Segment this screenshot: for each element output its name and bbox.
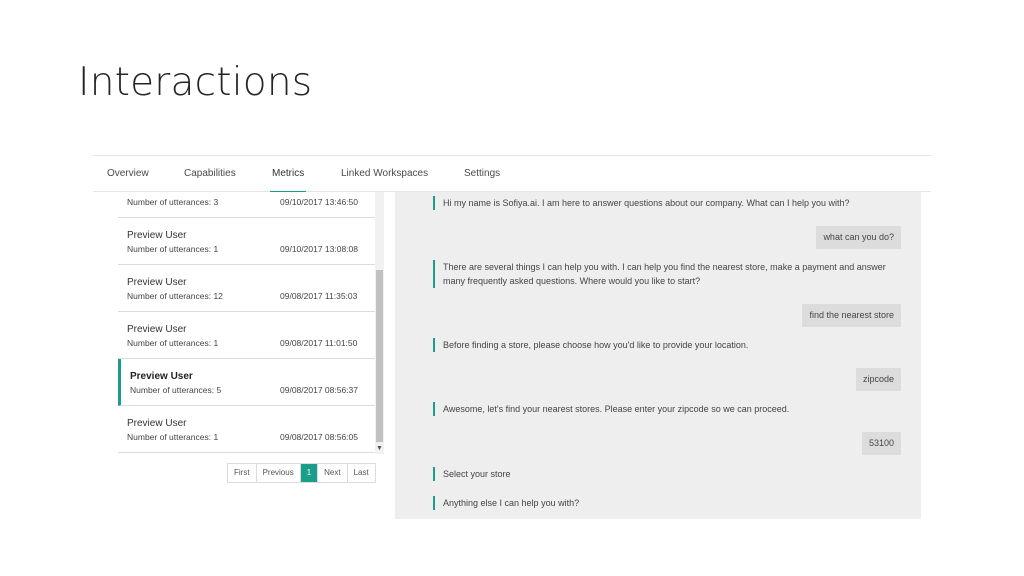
page-previous-button[interactable]: Previous — [256, 464, 301, 482]
list-item[interactable]: Preview User Number of utterances: 12 09… — [118, 265, 375, 312]
timestamp: 09/08/2017 11:01:50 — [280, 338, 358, 348]
tab-capabilities[interactable]: Capabilities — [184, 156, 236, 192]
bot-message: There are several things I can help you … — [433, 260, 886, 288]
bot-message: Awesome, let's find your nearest stores.… — [433, 402, 789, 416]
page-next-button[interactable]: Next — [318, 464, 348, 482]
bot-message: Anything else I can help you with? — [433, 496, 579, 510]
timestamp: 09/08/2017 08:56:05 — [280, 432, 358, 442]
user-message: zipcode — [855, 368, 901, 391]
bot-message-line: many frequently asked questions. Where w… — [443, 276, 701, 286]
utterance-count: Number of utterances: 1 — [127, 244, 219, 254]
page-first-button[interactable]: First — [228, 464, 257, 482]
list-item[interactable]: Preview User Number of utterances: 1 09/… — [118, 218, 375, 265]
utterance-count: Number of utterances: 1 — [127, 432, 219, 442]
page-last-button[interactable]: Last — [347, 464, 375, 482]
slide-title: Interactions — [78, 60, 313, 105]
timestamp: 09/10/2017 13:46:50 — [280, 197, 358, 207]
user-message: 53100 — [861, 432, 901, 455]
user-name: Preview User — [127, 418, 187, 429]
tab-settings[interactable]: Settings — [464, 156, 500, 192]
list-scrollbar[interactable]: ▼ — [375, 192, 384, 454]
user-message: find the nearest store — [802, 304, 901, 327]
scroll-thumb[interactable] — [376, 270, 383, 442]
bot-message: Hi my name is Sofiya.ai. I am here to an… — [433, 196, 850, 210]
tab-overview[interactable]: Overview — [107, 156, 149, 192]
bot-message: Before finding a store, please choose ho… — [433, 338, 748, 352]
timestamp: 09/08/2017 11:35:03 — [280, 291, 358, 301]
utterance-count: Number of utterances: 5 — [130, 385, 222, 395]
list-item[interactable]: Number of utterances: 3 09/10/2017 13:46… — [118, 192, 375, 218]
timestamp: 09/10/2017 13:08:08 — [280, 244, 358, 254]
chevron-down-icon[interactable]: ▼ — [375, 444, 384, 454]
user-name: Preview User — [127, 324, 187, 335]
utterance-count: Number of utterances: 3 — [127, 197, 219, 207]
user-name: Preview User — [127, 277, 187, 288]
list-item-selected[interactable]: Preview User Number of utterances: 5 09/… — [118, 359, 375, 406]
bot-message: Select your store — [433, 467, 511, 481]
tab-metrics[interactable]: Metrics — [269, 156, 307, 193]
conversation-list: Number of utterances: 3 09/10/2017 13:46… — [118, 192, 375, 454]
list-item[interactable]: Preview User Number of utterances: 1 09/… — [118, 312, 375, 359]
page-current-button[interactable]: 1 — [300, 464, 319, 482]
tab-bar: Overview Capabilities Metrics Linked Wor… — [93, 155, 931, 193]
user-message: what can you do? — [816, 226, 901, 249]
bot-message-line: There are several things I can help you … — [443, 262, 886, 272]
workspace-panel: Overview Capabilities Metrics Linked Wor… — [93, 155, 931, 525]
tab-linked-workspaces[interactable]: Linked Workspaces — [341, 156, 428, 192]
utterance-count: Number of utterances: 1 — [127, 338, 219, 348]
chat-transcript: Hi my name is Sofiya.ai. I am here to an… — [395, 192, 921, 519]
utterance-count: Number of utterances: 12 — [127, 291, 223, 301]
user-name: Preview User — [130, 371, 193, 382]
user-name: Preview User — [127, 230, 187, 241]
timestamp: 09/08/2017 08:56:37 — [280, 385, 358, 395]
pagination: First Previous 1 Next Last — [227, 463, 376, 483]
list-item[interactable]: Preview User Number of utterances: 1 09/… — [118, 406, 375, 453]
